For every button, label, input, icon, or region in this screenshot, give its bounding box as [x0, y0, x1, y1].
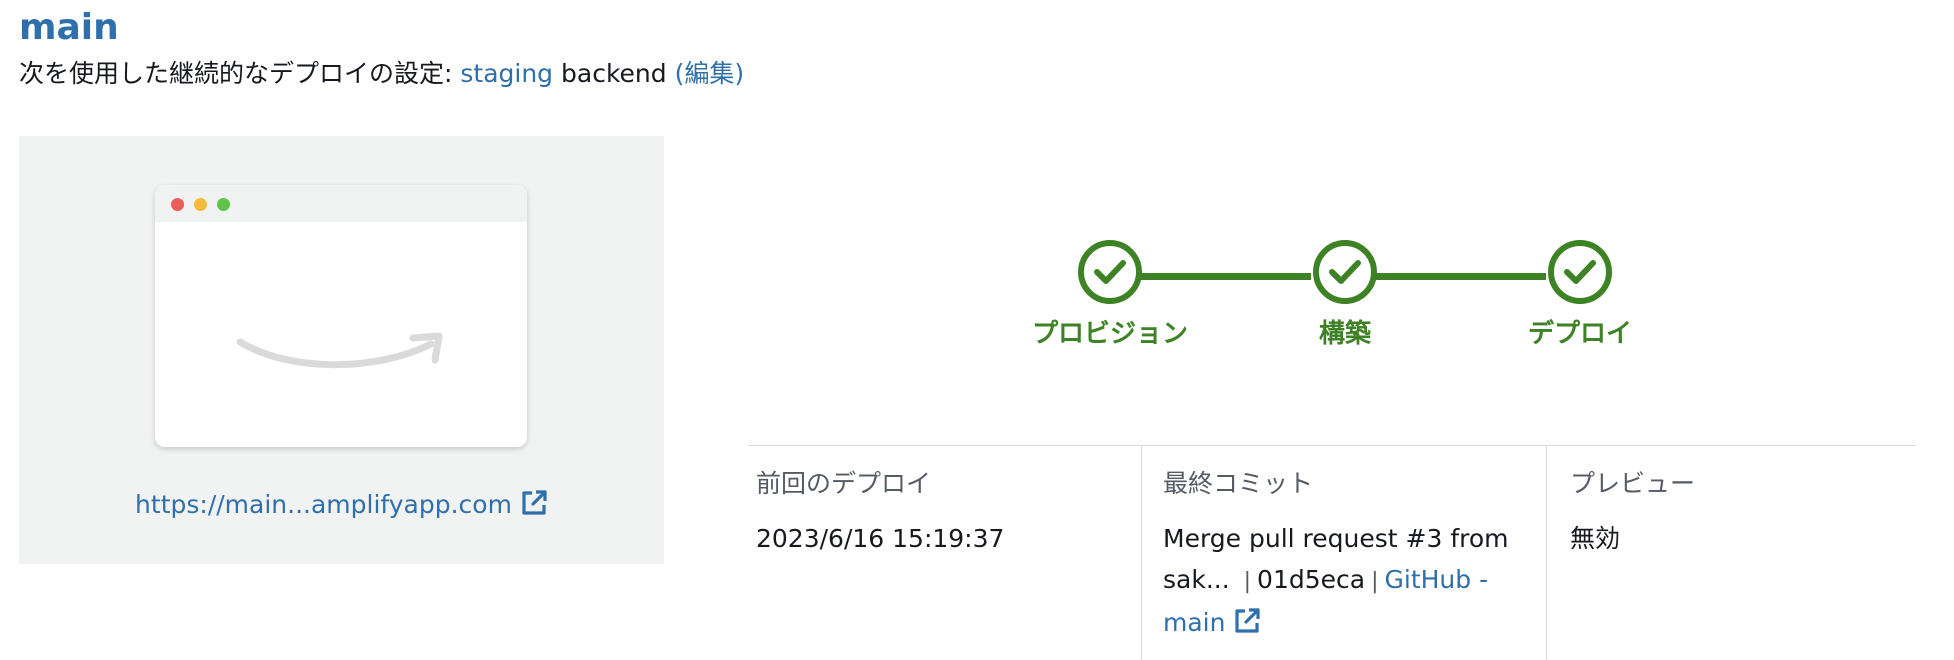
- last-commit-value: Merge pull request #3 from sak... | 01d5e…: [1163, 518, 1523, 643]
- separator: |: [1243, 569, 1252, 594]
- separator: |: [1371, 569, 1379, 594]
- step-connector-1: [1140, 273, 1311, 280]
- backend-text: backend: [553, 59, 675, 88]
- last-commit-label: 最終コミット: [1163, 469, 1314, 498]
- step-label-build: 構築: [1318, 319, 1371, 349]
- amazon-smile-icon: [236, 332, 443, 369]
- browser-title-bar: [155, 185, 527, 222]
- github-branch-link[interactable]: main: [1163, 608, 1225, 637]
- last-deploy-label: 前回のデプロイ: [756, 469, 932, 498]
- column-separator: [1546, 446, 1547, 660]
- staging-env-link[interactable]: staging: [460, 59, 553, 88]
- continuous-deploy-line: 次を使用した継続的なデプロイの設定: staging backend (編集): [19, 56, 744, 92]
- preview-url-link[interactable]: https://main...amplifyapp.com: [135, 490, 512, 519]
- step-connector-2: [1375, 273, 1546, 280]
- preview-panel: https://main...amplifyapp.com: [19, 136, 664, 564]
- check-circle-icon: [1078, 240, 1142, 304]
- window-minimize-dot: [194, 198, 207, 211]
- branch-detail: main 次を使用した継続的なデプロイの設定: staging backend …: [0, 0, 1954, 660]
- last-deploy-value: 2023/6/16 15:19:37: [756, 524, 1005, 553]
- column-separator: [1141, 446, 1142, 660]
- external-link-icon[interactable]: [520, 489, 548, 517]
- step-label-deploy: デプロイ: [1527, 319, 1632, 349]
- branch-title: main: [19, 7, 119, 48]
- preview-value: 無効: [1570, 524, 1621, 553]
- continuous-deploy-prefix: 次を使用した継続的なデプロイの設定:: [19, 59, 461, 88]
- check-circle-icon: [1313, 240, 1377, 304]
- last-commit-column: 最終コミット Merge pull request #3 from sak...…: [1163, 446, 1523, 660]
- external-link-icon[interactable]: [1233, 607, 1261, 635]
- edit-link[interactable]: (編集): [675, 59, 745, 88]
- step-label-provision: プロビジョン: [1031, 319, 1188, 349]
- preview-label: プレビュー: [1570, 469, 1696, 498]
- github-repo-link[interactable]: GitHub -: [1385, 565, 1489, 594]
- commit-hash: 01d5eca: [1257, 565, 1366, 594]
- window-close-dot: [171, 198, 184, 211]
- window-maximize-dot: [217, 198, 230, 211]
- preview-column: プレビュー 無効: [1570, 446, 1910, 660]
- preview-url-row: https://main...amplifyapp.com: [19, 488, 664, 522]
- check-circle-icon: [1548, 240, 1612, 304]
- browser-thumbnail: [155, 185, 527, 447]
- deploy-progress-steps: プロビジョン 構築 デプロイ: [1000, 240, 1640, 360]
- last-deploy-column: 前回のデプロイ 2023/6/16 15:19:37: [756, 446, 1136, 660]
